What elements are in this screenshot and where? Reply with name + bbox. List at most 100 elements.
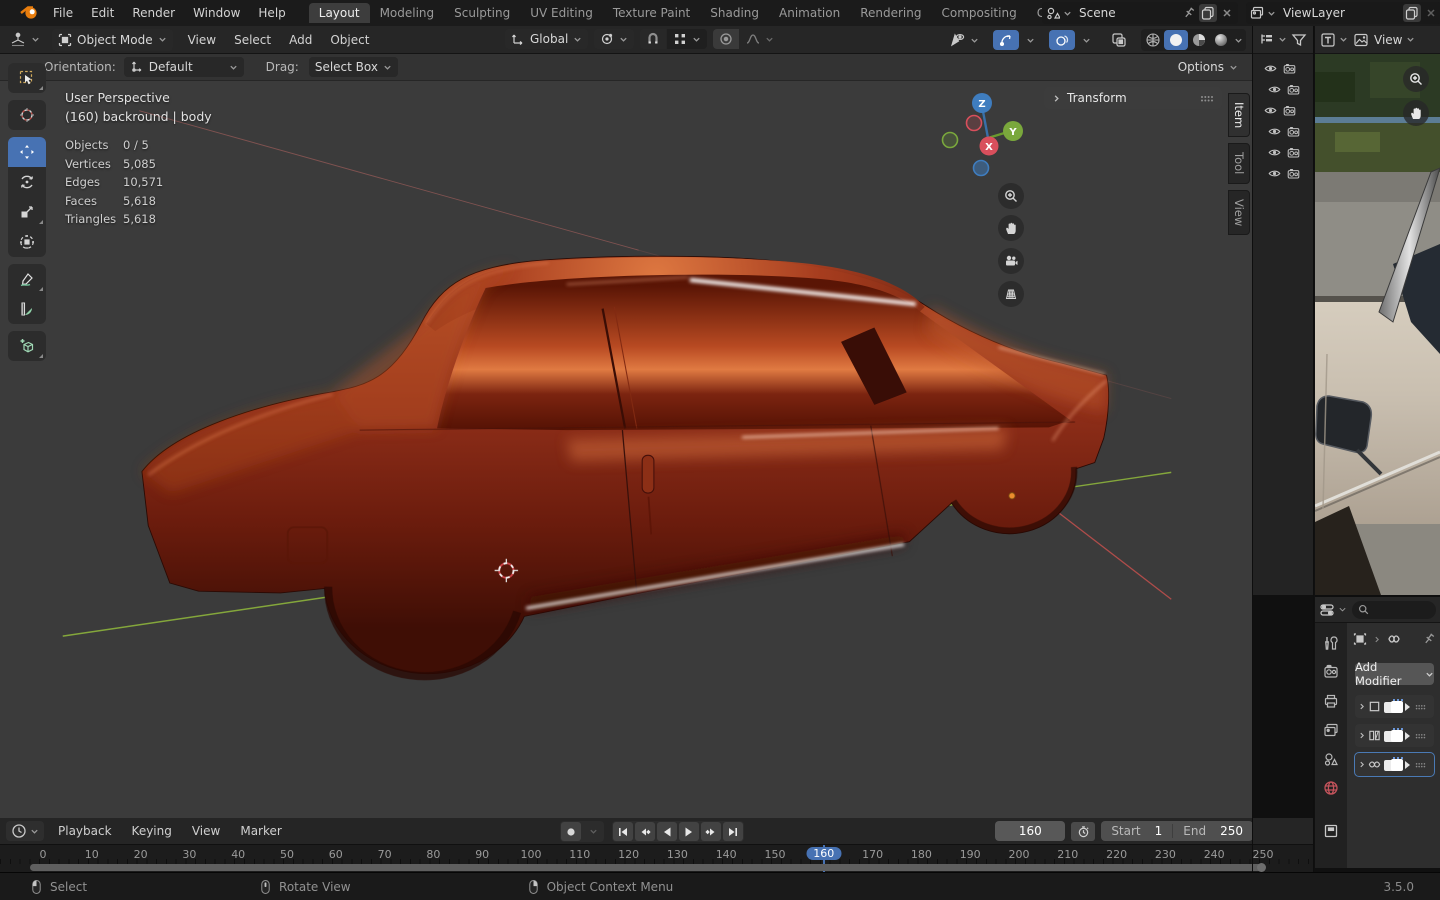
orthographic-toggle-button[interactable] — [998, 281, 1024, 307]
panel-expand-icon[interactable] — [1052, 94, 1061, 103]
frame-tick-60[interactable]: 60 — [329, 848, 343, 861]
tab-world[interactable] — [1323, 780, 1339, 796]
jump-to-start-button[interactable] — [613, 822, 633, 841]
outliner-row[interactable] — [1253, 79, 1313, 100]
navigation-gizmo[interactable]: Z Y X — [935, 90, 1045, 185]
outliner-row[interactable] — [1253, 58, 1313, 79]
editor-type-image-dropdown[interactable] — [1320, 32, 1348, 48]
gizmo-dropdown[interactable] — [1020, 30, 1041, 50]
editor-type-timeline-dropdown[interactable] — [6, 821, 44, 841]
frame-tick-210[interactable]: 210 — [1057, 848, 1078, 861]
keying-set-dropdown[interactable] — [583, 822, 603, 841]
outliner-row[interactable] — [1253, 100, 1313, 121]
image-pan-button[interactable] — [1403, 100, 1429, 126]
modifier-row-build[interactable] — [1355, 695, 1434, 718]
image-browse-icon[interactable] — [1353, 32, 1369, 48]
show-gizmo-toggle[interactable] — [993, 30, 1019, 50]
tool-add-cube[interactable] — [8, 331, 46, 361]
camera-view-button[interactable] — [998, 248, 1024, 274]
snap-with-dropdown[interactable] — [667, 29, 707, 49]
prev-keyframe-button[interactable] — [635, 822, 655, 841]
frame-tick-0[interactable]: 0 — [40, 848, 47, 861]
frame-end-field[interactable]: End 250 — [1172, 824, 1253, 838]
outliner-row[interactable] — [1253, 163, 1313, 184]
modifier-row-mirror[interactable] — [1355, 724, 1434, 747]
frame-tick-40[interactable]: 40 — [231, 848, 245, 861]
tool-select-box[interactable] — [8, 63, 46, 93]
modifier-toggle-cluster[interactable] — [1383, 699, 1413, 715]
outliner-filter-icon[interactable] — [1291, 32, 1307, 48]
frame-tick-110[interactable]: 110 — [569, 848, 590, 861]
eye-icon[interactable] — [1268, 125, 1281, 138]
outliner-row[interactable] — [1253, 121, 1313, 142]
sidebar-tab-tool[interactable]: Tool — [1228, 143, 1250, 183]
add-modifier-button[interactable]: Add Modifier — [1355, 663, 1434, 685]
tool-cursor[interactable] — [8, 100, 46, 130]
timeline-scrollbar[interactable] — [30, 864, 1264, 871]
frame-tick-130[interactable]: 130 — [667, 848, 688, 861]
next-keyframe-button[interactable] — [701, 822, 721, 841]
frame-tick-100[interactable]: 100 — [521, 848, 542, 861]
drag-setting-dropdown[interactable]: Select Box — [309, 57, 398, 77]
zoom-view-button[interactable] — [998, 183, 1024, 209]
menu-edit[interactable]: Edit — [82, 6, 123, 20]
timeline-ruler[interactable]: 0102030405060708090100110120130140150160… — [0, 845, 1313, 872]
proportional-editing-toggle[interactable] — [713, 29, 739, 49]
show-overlays-toggle[interactable] — [1049, 30, 1075, 50]
pivot-point-dropdown[interactable] — [594, 29, 634, 49]
workspace-tab-animation[interactable]: Animation — [769, 3, 850, 23]
frame-tick-200[interactable]: 200 — [1009, 848, 1030, 861]
tab-view-layer[interactable] — [1323, 722, 1339, 738]
eye-icon[interactable] — [1268, 83, 1281, 96]
scene-name[interactable]: Scene — [1075, 6, 1179, 20]
pan-view-button[interactable] — [998, 215, 1024, 241]
transform-orientation-dropdown[interactable]: Global — [505, 29, 588, 49]
current-frame-field[interactable]: 160 — [995, 821, 1065, 841]
camera-icon[interactable] — [1283, 104, 1296, 117]
workspace-tab-modeling[interactable]: Modeling — [370, 3, 445, 23]
reference-photo[interactable] — [1315, 54, 1440, 595]
mode-dropdown[interactable]: Object Mode — [52, 29, 173, 51]
region-divider[interactable] — [1315, 595, 1440, 597]
xray-toggle[interactable] — [1105, 30, 1133, 50]
modifier-drag-grip[interactable] — [1415, 703, 1426, 711]
workspace-tab-rendering[interactable]: Rendering — [850, 3, 931, 23]
modifier-drag-grip[interactable] — [1415, 732, 1426, 740]
gizmo-axis-x-neg[interactable] — [967, 116, 982, 131]
workspace-tab-compositing[interactable]: Compositing — [931, 3, 1026, 23]
menu-keying[interactable]: Keying — [122, 824, 182, 838]
camera-icon[interactable] — [1287, 167, 1300, 180]
frame-tick-30[interactable]: 30 — [182, 848, 196, 861]
image-editor[interactable]: View — [1315, 26, 1440, 595]
view-layer-name[interactable]: ViewLayer — [1279, 6, 1400, 20]
frame-tick-10[interactable]: 10 — [85, 848, 99, 861]
shading-solid-button[interactable] — [1164, 30, 1188, 50]
unlink-scene-icon[interactable] — [1220, 6, 1234, 20]
modifier-expand-icon[interactable] — [1358, 760, 1366, 769]
frame-tick-50[interactable]: 50 — [280, 848, 294, 861]
frame-tick-140[interactable]: 140 — [716, 848, 737, 861]
jump-to-end-button[interactable] — [723, 822, 743, 841]
gizmo-axis-y-neg[interactable] — [943, 133, 958, 148]
blender-logo-icon[interactable] — [20, 4, 38, 20]
modifier-data-icon[interactable] — [1387, 632, 1401, 646]
modifier-toggle-cluster[interactable] — [1383, 757, 1413, 773]
tab-object[interactable] — [1323, 823, 1339, 839]
tab-tool[interactable] — [1323, 635, 1339, 651]
modifier-toggle-cluster[interactable] — [1383, 728, 1413, 744]
snap-toggle[interactable] — [640, 29, 666, 49]
options-dropdown[interactable]: Options — [1172, 57, 1244, 77]
tool-annotate[interactable] — [8, 264, 46, 294]
pin-id-icon[interactable] — [1422, 632, 1436, 646]
properties-editor[interactable]: Add Modifier — [1315, 597, 1440, 868]
frame-tick-150[interactable]: 150 — [765, 848, 786, 861]
gizmo-axis-z-neg[interactable] — [974, 161, 989, 176]
shading-dropdown[interactable] — [1232, 30, 1245, 50]
menu-view[interactable]: View — [179, 33, 225, 47]
new-view-layer-icon[interactable] — [1403, 4, 1421, 22]
proportional-falloff-dropdown[interactable] — [740, 29, 780, 49]
frame-tick-230[interactable]: 230 — [1155, 848, 1176, 861]
eye-icon[interactable] — [1264, 62, 1277, 75]
image-zoom-button[interactable] — [1403, 66, 1429, 92]
tool-scale[interactable] — [8, 197, 46, 227]
